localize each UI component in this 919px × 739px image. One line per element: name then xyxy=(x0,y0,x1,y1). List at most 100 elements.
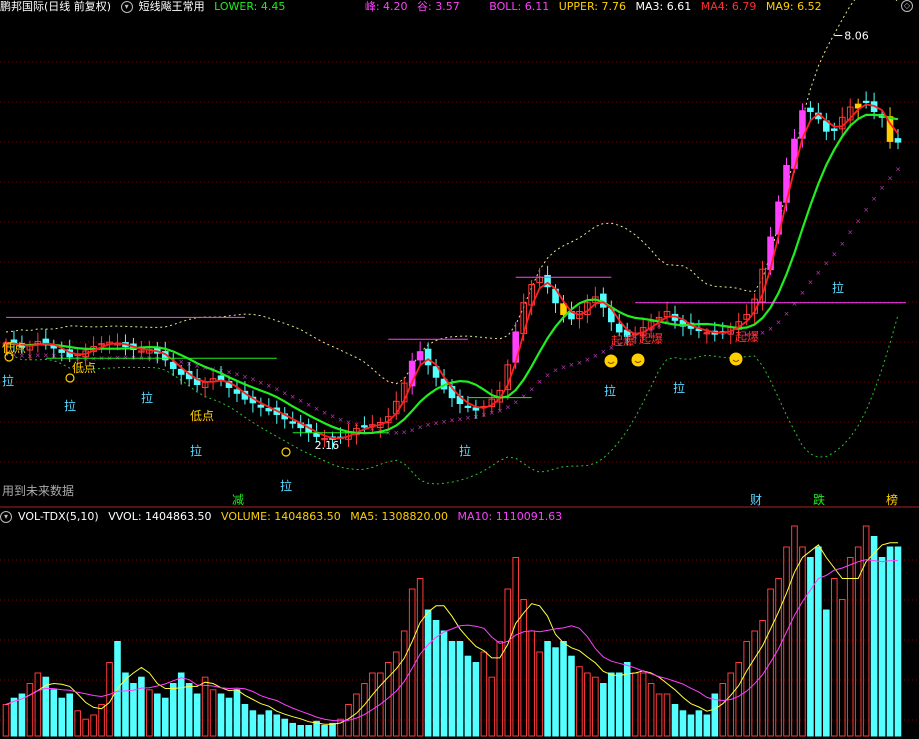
support-mark: × xyxy=(569,361,575,369)
volume-header: ▾ VOL-TDX(5,10) VVOL: 1404863.50 VOLUME: … xyxy=(0,510,568,524)
volume-bar xyxy=(472,662,480,737)
annotation-label: 榜 xyxy=(886,492,898,507)
support-mark: × xyxy=(799,289,805,297)
support-mark: × xyxy=(314,405,320,413)
volume-bar xyxy=(520,599,527,737)
support-mark: × xyxy=(35,352,41,360)
support-mark: × xyxy=(234,370,240,378)
volume-bar xyxy=(576,666,583,737)
volume-bar xyxy=(631,672,639,737)
volume-bar xyxy=(878,557,886,737)
annotation-label: 起爆 xyxy=(735,330,759,344)
support-mark: × xyxy=(242,373,248,381)
annotation-label: 拉 xyxy=(2,373,14,388)
volume-bar xyxy=(639,672,647,737)
volume-bar xyxy=(727,672,735,737)
annotation-label: 低点 xyxy=(2,341,26,355)
volume-bar xyxy=(711,693,719,737)
support-mark: × xyxy=(393,429,399,437)
support-mark: × xyxy=(792,300,798,308)
volume-bar xyxy=(369,672,376,737)
low-point-icon xyxy=(281,447,291,457)
support-mark: × xyxy=(521,392,527,400)
volume-bar xyxy=(448,641,456,737)
volume-bar xyxy=(799,546,806,737)
candle-body xyxy=(233,389,241,394)
annotation-label: 拉 xyxy=(673,380,685,395)
candle-body xyxy=(862,100,870,103)
volume-bar xyxy=(74,710,81,737)
support-mark: × xyxy=(847,229,853,237)
support-mark: × xyxy=(871,195,877,203)
volume-bar xyxy=(568,655,575,737)
support-mark: × xyxy=(553,367,559,375)
volume-bar xyxy=(281,718,289,737)
stock-chart: × × × × × × × × × × × × × × × × × × × × × × ××× × × × ×× × × × × × × × × × ×… xyxy=(0,0,919,737)
volume-bar xyxy=(241,704,249,737)
support-mark: × xyxy=(784,310,790,318)
support-mark: × xyxy=(768,325,774,333)
volume-bar xyxy=(18,693,26,737)
volume-bar xyxy=(862,525,870,737)
volume-bar xyxy=(273,714,281,737)
volume-bar xyxy=(695,710,703,737)
support-mark: × xyxy=(282,389,288,397)
annotation-label: 拉 xyxy=(141,390,153,405)
ma9-value: MA9: 6.52 xyxy=(765,0,822,13)
vol-indicator-name[interactable]: VOL-TDX(5,10) xyxy=(18,510,99,523)
support-mark: × xyxy=(457,415,463,423)
volume-bar xyxy=(361,683,368,737)
support-mark: × xyxy=(338,416,344,424)
stock-name[interactable]: 鹏邦国际 xyxy=(0,0,44,13)
volume-bar xyxy=(846,557,854,737)
indicator-name[interactable]: 短线飚王常用 xyxy=(139,0,205,13)
support-mark: × xyxy=(863,206,869,214)
volume-bar xyxy=(154,693,161,737)
volume-bar xyxy=(257,714,265,737)
volume-bar xyxy=(823,609,830,737)
support-mark: × xyxy=(895,166,901,174)
volume-bar xyxy=(98,704,105,737)
volume-menu-icon[interactable]: ▾ xyxy=(0,511,12,523)
volume-bar xyxy=(584,672,591,737)
annotation-label: 跌 xyxy=(813,492,825,507)
support-mark: × xyxy=(433,419,439,427)
candle-body xyxy=(560,303,567,315)
candle-body xyxy=(830,128,838,131)
volume-bar xyxy=(735,662,743,737)
volume-bar xyxy=(759,620,766,737)
volume-bar xyxy=(600,683,607,737)
support-mark: × xyxy=(561,363,567,371)
volume-bar xyxy=(26,683,34,737)
volume-bar xyxy=(655,693,663,737)
support-mark: × xyxy=(465,414,471,422)
support-mark: × xyxy=(831,250,837,258)
support-mark: × xyxy=(815,269,821,277)
support-mark: × xyxy=(584,356,590,364)
annotation-label: 拉 xyxy=(64,398,76,413)
volume-bar xyxy=(122,672,129,737)
ma4-value: MA4: 6.79 xyxy=(700,0,757,13)
lower-value: LOWER: 4.45 xyxy=(214,0,286,13)
indicator-menu-icon[interactable]: ▾ xyxy=(120,1,133,13)
candle-body xyxy=(424,348,432,366)
candle-body xyxy=(416,351,424,361)
volume-bar xyxy=(607,672,615,737)
smiley-icon xyxy=(604,354,618,368)
volume-bar xyxy=(321,725,328,737)
volume-bar xyxy=(50,689,58,737)
collapse-icon[interactable]: ◇ xyxy=(901,0,913,12)
support-mark: × xyxy=(776,318,782,326)
valley-value: 谷: 3.57 xyxy=(417,0,460,13)
volume-bar xyxy=(552,647,559,737)
volume-bar xyxy=(456,641,464,737)
volume-bar xyxy=(815,546,822,737)
volume-bar xyxy=(10,697,18,737)
upper-value: UPPER: 7.76 xyxy=(558,0,626,13)
candle-body xyxy=(894,138,902,143)
support-mark: × xyxy=(576,359,582,367)
smiley-icon xyxy=(729,352,743,366)
annotation-label: 起爆 xyxy=(639,332,663,346)
support-mark: × xyxy=(250,376,256,384)
support-mark: × xyxy=(322,409,328,417)
